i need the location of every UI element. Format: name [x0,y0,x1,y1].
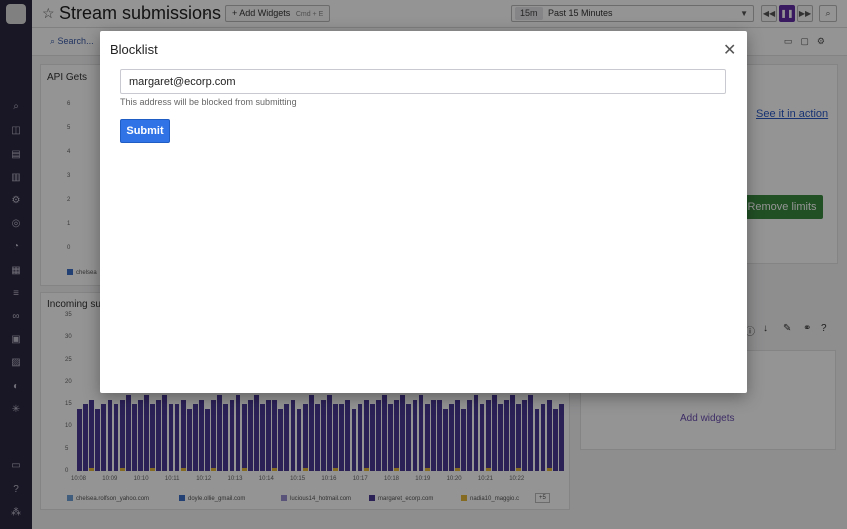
close-icon[interactable]: ✕ [723,40,736,60]
email-input[interactable] [120,69,726,94]
blocklist-modal: Blocklist ✕ This address will be blocked… [100,31,747,393]
modal-title: Blocklist [110,42,158,57]
helper-text: This address will be blocked from submit… [120,97,297,107]
submit-button[interactable]: Submit [120,119,170,143]
